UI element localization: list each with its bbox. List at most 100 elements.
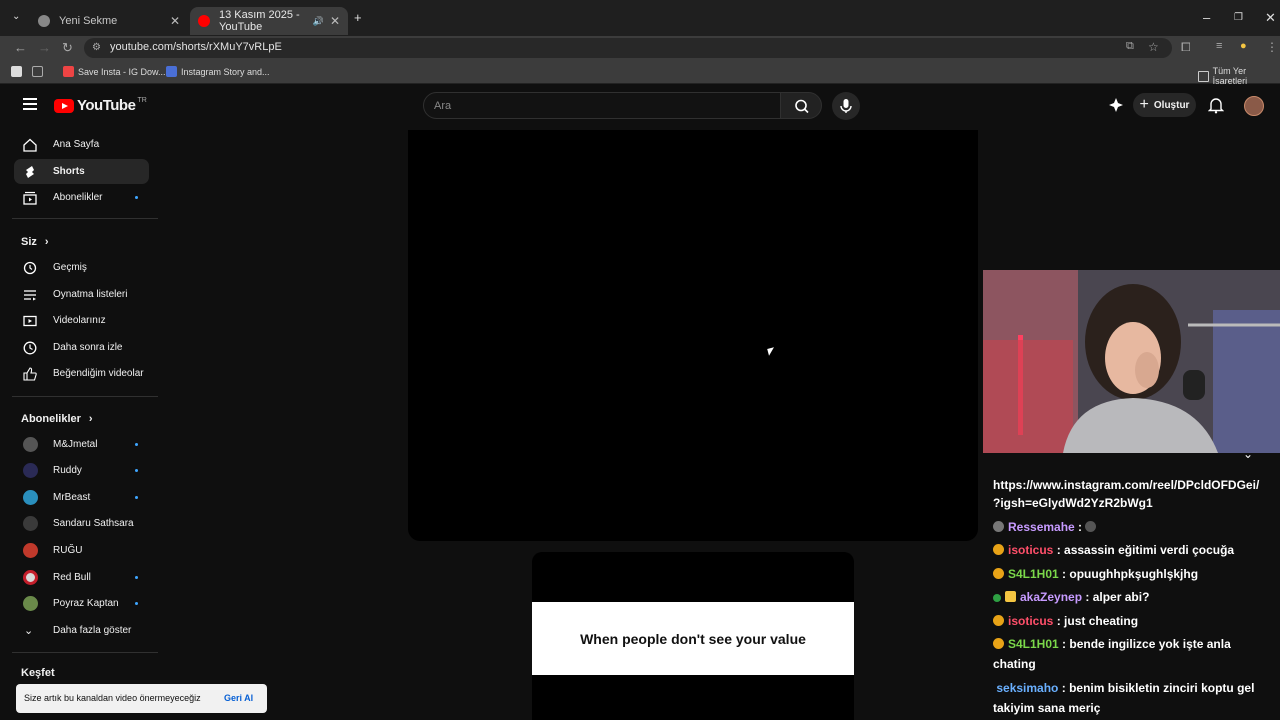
globe-icon	[38, 15, 50, 27]
sidebar-item-home[interactable]: Ana Sayfa	[14, 132, 149, 157]
chat-message: akaZeynep : alper abi?	[993, 587, 1273, 607]
channel-name: Ruddy	[53, 465, 82, 476]
bookmark-instagram-story[interactable]: Instagram Story and...	[166, 66, 270, 77]
sidebar-channel[interactable]: Red Bull	[14, 565, 149, 590]
close-tab-icon[interactable]: ✕	[170, 14, 180, 28]
undo-button[interactable]: Geri Al	[224, 693, 253, 703]
sidebar-item-playlists[interactable]: Oynatma listeleri	[14, 282, 149, 307]
tab-search-icon[interactable]: ⌄	[12, 11, 20, 22]
plus-icon: +	[1139, 96, 1149, 113]
channel-name: Red Bull	[53, 572, 91, 583]
sidebar-channel[interactable]: MrBeast	[14, 485, 149, 510]
chat-username: isoticus	[1008, 543, 1054, 557]
channel-avatar	[23, 570, 38, 585]
close-tab-icon[interactable]: ✕	[330, 14, 340, 28]
snackbar-toast: Size artık bu kanaldan video önermeyeceğ…	[16, 684, 267, 713]
chat-text: ?igsh=eGlydWd2YzR2bWg1	[993, 496, 1153, 510]
verified-badge-icon	[993, 594, 1001, 602]
window-close-icon[interactable]: ✕	[1265, 10, 1276, 26]
short-caption: When people don't see your value	[532, 602, 854, 675]
menu-icon[interactable]: ⋮	[1266, 40, 1278, 54]
chat-text: just cheating	[1064, 614, 1139, 628]
tab-new-tab[interactable]: Yeni Sekme ✕	[30, 7, 188, 35]
subscriber-badge-icon	[1005, 591, 1016, 602]
new-content-dot	[135, 469, 138, 472]
account-avatar[interactable]	[1244, 96, 1264, 116]
live-chat-overlay: https://www.instagram.com/reel/DPcldOFDG…	[983, 463, 1280, 720]
sidebar-you-header[interactable]: Siz ›	[21, 236, 49, 248]
bookmark-save-insta[interactable]: Save Insta - IG Dow...	[63, 66, 166, 77]
sidebar-item-history[interactable]: Geçmiş	[14, 255, 149, 280]
minimize-icon[interactable]: –	[1203, 10, 1210, 25]
chat-username: akaZeynep	[1020, 590, 1083, 604]
sidebar-item-liked-videos[interactable]: Beğendiğim videolar	[14, 361, 149, 386]
chat-message: takiyim sana meriç	[993, 698, 1273, 718]
audio-icon[interactable]: 🔊	[313, 16, 324, 27]
badge-icon	[993, 544, 1004, 555]
sidebar-item-subscriptions[interactable]: Abonelikler	[14, 185, 149, 210]
all-bookmarks[interactable]: Tüm Yer İşaretleri	[1198, 66, 1280, 86]
youtube-play-icon	[54, 98, 74, 113]
extensions-icon[interactable]: ⧠	[1181, 40, 1191, 55]
search-box[interactable]	[423, 92, 781, 119]
sidebar-explore-header: Keşfet	[21, 667, 55, 679]
badge-icon	[993, 568, 1004, 579]
back-icon[interactable]: ←	[14, 40, 27, 55]
search-input[interactable]	[434, 100, 754, 112]
hamburger-menu-icon[interactable]	[23, 98, 37, 110]
restore-icon[interactable]: ❐	[1234, 12, 1243, 23]
sidebar-channel[interactable]: RUĞU	[14, 538, 149, 563]
bookmark-star-icon[interactable]: ☆	[1148, 40, 1159, 54]
chat-username: S4L1H01	[1008, 567, 1059, 581]
sidebar-item-your-videos[interactable]: Videolarınız	[14, 308, 149, 333]
sidebar-label: Shorts	[53, 166, 85, 177]
sidebar-label: Videolarınız	[53, 315, 106, 326]
sidebar-label: Abonelikler	[53, 192, 103, 203]
caption-text: When people don't see your value	[580, 630, 806, 647]
sidebar-channel[interactable]: Ruddy	[14, 458, 149, 483]
channel-avatar	[23, 516, 38, 531]
shorts-video-player[interactable]	[408, 130, 978, 541]
microphone-icon	[840, 99, 852, 113]
site-info-icon[interactable]: ⚙	[92, 42, 101, 53]
sidebar-channel[interactable]: Poyraz Kaptan	[14, 591, 149, 616]
sidebar-label: Ana Sayfa	[53, 139, 100, 150]
chat-username: Ressemahe	[1008, 520, 1075, 534]
sidebar-channel[interactable]: Sandaru Sathsara	[14, 511, 149, 536]
your-videos-icon	[23, 315, 37, 326]
badge-icon	[993, 638, 1004, 649]
create-button[interactable]: + Oluştur	[1133, 93, 1196, 117]
bookmark-folder-icon[interactable]	[11, 66, 26, 77]
youtube-logo[interactable]: YouTube TR	[54, 97, 147, 114]
sidebar-show-more[interactable]: ⌄ Daha fazla göster	[14, 618, 149, 643]
playlists-icon	[24, 289, 36, 300]
media-icon[interactable]: ≡	[1216, 40, 1222, 52]
reload-icon[interactable]: ↻	[62, 40, 73, 56]
new-tab-icon[interactable]: +	[354, 10, 362, 25]
sidebar-subscriptions-header[interactable]: Abonelikler ›	[21, 413, 93, 425]
tab-youtube[interactable]: 13 Kasım 2025 - YouTube 🔊 ✕	[190, 7, 348, 35]
studio-icon[interactable]	[1108, 97, 1124, 113]
install-icon[interactable]: ⧉	[1126, 40, 1134, 53]
sidebar-channel[interactable]: M&Jmetal	[14, 432, 149, 457]
badge-icon	[993, 521, 1004, 532]
sidebar-item-shorts[interactable]: Shorts	[14, 159, 149, 184]
chat-text: alper abi?	[1092, 590, 1150, 604]
apps-icon[interactable]	[32, 66, 47, 77]
browser-tab-bar: ⌄ Yeni Sekme ✕ 13 Kasım 2025 - YouTube 🔊…	[0, 0, 1280, 36]
chat-username: S4L1H01	[1008, 637, 1059, 651]
notifications-bell-icon[interactable]	[1208, 97, 1224, 114]
chevron-down-icon[interactable]: ⌄	[1243, 447, 1253, 461]
chat-message: isoticus : assassin eğitimi verdi çocuğa	[993, 540, 1273, 560]
search-button[interactable]	[780, 92, 822, 119]
new-content-dot	[135, 196, 138, 199]
profile-icon[interactable]: ●	[1240, 40, 1247, 52]
sidebar-divider	[12, 396, 158, 397]
sidebar-item-watch-later[interactable]: Daha sonra izle	[14, 335, 149, 360]
forward-icon[interactable]: →	[38, 40, 51, 55]
youtube-icon	[198, 15, 210, 27]
badge-icon	[993, 615, 1004, 626]
voice-search-button[interactable]	[832, 92, 860, 120]
section-title: Keşfet	[21, 667, 55, 679]
url-text[interactable]: youtube.com/shorts/rXMuY7vRLpE	[110, 41, 282, 53]
